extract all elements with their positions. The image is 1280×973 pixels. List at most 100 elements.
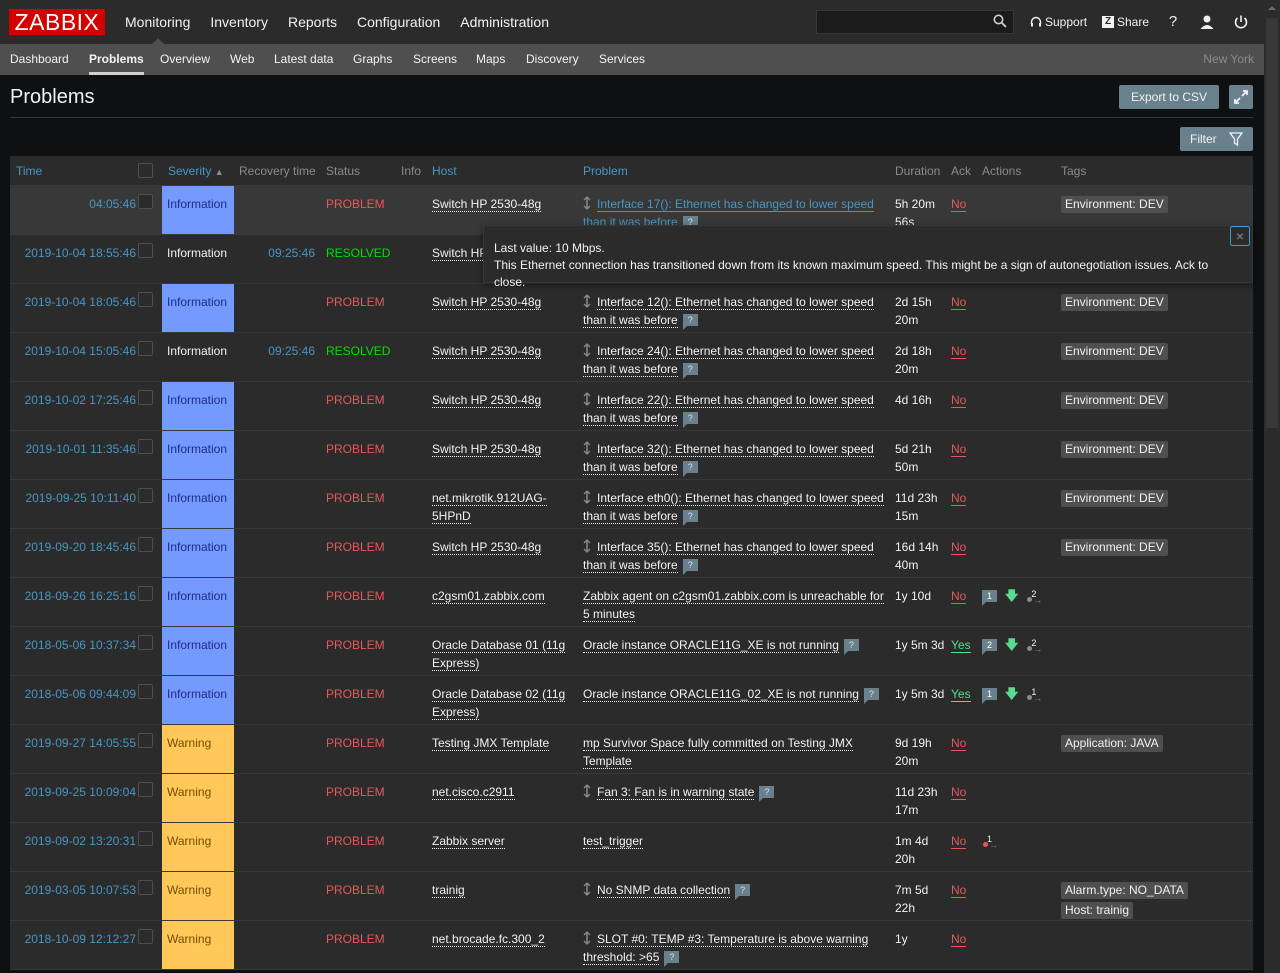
select-all-checkbox[interactable]: [138, 163, 153, 178]
message-count-icon[interactable]: 1: [982, 688, 997, 704]
sign-out-icon[interactable]: [1232, 13, 1250, 31]
sub-menu-latest-data[interactable]: Latest data: [274, 44, 333, 75]
host-link[interactable]: Zabbix server: [432, 834, 505, 849]
col-problem[interactable]: Problem: [583, 156, 628, 186]
user-profile-icon[interactable]: [1198, 13, 1216, 31]
row-checkbox[interactable]: [138, 880, 153, 895]
tag-badge[interactable]: Environment: DEV: [1061, 343, 1168, 360]
hint-question-icon[interactable]: ?: [735, 884, 751, 900]
message-count-icon[interactable]: 2: [982, 639, 997, 655]
problem-link[interactable]: Interface 32(): Ethernet has changed to …: [583, 442, 874, 475]
row-checkbox[interactable]: [138, 292, 153, 307]
ack-link[interactable]: No: [951, 883, 967, 898]
share-link[interactable]: Z Share: [1102, 0, 1149, 44]
sub-menu-graphs[interactable]: Graphs: [353, 44, 392, 75]
problem-link[interactable]: test_trigger: [583, 834, 644, 849]
problem-link[interactable]: Interface 22(): Ethernet has changed to …: [583, 393, 874, 426]
problem-time[interactable]: 2018-09-26 16:25:16: [25, 587, 136, 605]
row-checkbox[interactable]: [138, 635, 153, 650]
problem-link[interactable]: Interface 12(): Ethernet has changed to …: [583, 295, 874, 328]
ack-link[interactable]: No: [951, 197, 967, 212]
hint-question-icon[interactable]: ?: [843, 639, 859, 655]
sub-menu-screens[interactable]: Screens: [413, 44, 457, 75]
host-link[interactable]: net.mikrotik.912UAG-5HPnD: [432, 491, 547, 524]
row-checkbox[interactable]: [138, 341, 153, 356]
col-host[interactable]: Host: [432, 156, 457, 186]
host-link[interactable]: Switch HP 2530-48g: [432, 393, 542, 408]
problem-time[interactable]: 2018-05-06 09:44:09: [25, 685, 136, 703]
search-input[interactable]: [817, 11, 987, 33]
tag-badge[interactable]: Environment: DEV: [1061, 392, 1168, 409]
host-link[interactable]: Switch HP 2530-48g: [432, 442, 542, 457]
problem-time[interactable]: 2019-10-02 17:25:46: [25, 391, 136, 409]
ack-link[interactable]: No: [951, 442, 967, 457]
action-status-icon[interactable]: 2 →: [1026, 588, 1044, 605]
row-checkbox[interactable]: [138, 194, 153, 209]
zabbix-logo[interactable]: ZABBIX: [9, 9, 105, 35]
problem-time[interactable]: 2019-09-02 13:20:31: [25, 832, 136, 850]
problem-link[interactable]: Fan 3: Fan is in warning state: [597, 785, 755, 800]
sub-menu-web[interactable]: Web: [230, 44, 254, 75]
hint-question-icon[interactable]: ?: [664, 951, 680, 967]
tag-badge[interactable]: Environment: DEV: [1061, 490, 1168, 507]
ack-link[interactable]: No: [951, 932, 967, 947]
row-checkbox[interactable]: [138, 733, 153, 748]
tag-badge[interactable]: Environment: DEV: [1061, 441, 1168, 458]
sub-menu-services[interactable]: Services: [599, 44, 645, 75]
sub-menu-discovery[interactable]: Discovery: [526, 44, 579, 75]
tag-badge[interactable]: Host: trainig: [1061, 902, 1134, 919]
row-checkbox[interactable]: [138, 488, 153, 503]
problem-time[interactable]: 2019-10-04 18:05:46: [25, 293, 136, 311]
action-status-icon[interactable]: 2 →: [1026, 637, 1044, 654]
hint-question-icon[interactable]: ?: [863, 688, 879, 704]
problem-time[interactable]: 2019-03-05 10:07:53: [25, 881, 136, 899]
hint-question-icon[interactable]: ?: [682, 363, 698, 379]
problem-link[interactable]: mp Survivor Space fully committed on Tes…: [583, 736, 853, 769]
problem-link[interactable]: Interface 24(): Ethernet has changed to …: [583, 344, 874, 377]
close-hint-button[interactable]: ×: [1230, 226, 1250, 246]
ack-link[interactable]: No: [951, 736, 967, 751]
ack-link[interactable]: Yes: [951, 638, 971, 653]
row-checkbox[interactable]: [138, 929, 153, 944]
filter-button[interactable]: Filter: [1180, 127, 1253, 151]
problem-link[interactable]: Oracle instance ORACLE11G_XE is not runn…: [583, 638, 839, 653]
main-menu-inventory[interactable]: Inventory: [200, 0, 278, 44]
host-link[interactable]: Switch HP 2530-48g: [432, 295, 542, 310]
help-icon[interactable]: ?: [1164, 13, 1182, 31]
severity-change-down-icon[interactable]: 🡇: [1005, 638, 1018, 651]
row-checkbox[interactable]: [138, 782, 153, 797]
ack-link[interactable]: No: [951, 834, 967, 849]
problem-link[interactable]: Interface eth0(): Ethernet has changed t…: [583, 491, 884, 524]
sub-menu-problems[interactable]: Problems: [89, 44, 144, 75]
main-menu-reports[interactable]: Reports: [278, 0, 347, 44]
problem-time[interactable]: 2019-10-01 11:35:46: [25, 440, 136, 458]
ack-link[interactable]: Yes: [951, 687, 971, 702]
host-link[interactable]: trainig: [432, 883, 465, 898]
message-count-icon[interactable]: 1: [982, 590, 997, 606]
hint-question-icon[interactable]: ?: [759, 786, 775, 802]
search-icon[interactable]: [993, 14, 1007, 28]
support-link[interactable]: Support: [1030, 0, 1087, 44]
ack-link[interactable]: No: [951, 589, 967, 604]
problem-link[interactable]: Oracle instance ORACLE11G_02_XE is not r…: [583, 687, 859, 702]
problem-time[interactable]: 2019-09-27 14:05:55: [25, 734, 136, 752]
fullscreen-button[interactable]: [1229, 85, 1253, 109]
recovery-time[interactable]: 09:25:46: [268, 244, 315, 262]
severity-change-down-icon[interactable]: 🡇: [1005, 687, 1018, 700]
host-link[interactable]: net.brocade.fc.300_2: [432, 932, 545, 947]
host-link[interactable]: Oracle Database 02 (11g Express): [432, 687, 566, 720]
host-link[interactable]: c2gsm01.zabbix.com: [432, 589, 545, 604]
scrollbar-thumb[interactable]: [1266, 18, 1278, 428]
hint-question-icon[interactable]: ?: [682, 314, 698, 330]
host-link[interactable]: Switch HP 2530-48g: [432, 344, 542, 359]
row-checkbox[interactable]: [138, 390, 153, 405]
hint-question-icon[interactable]: ?: [682, 559, 698, 575]
tag-badge[interactable]: Environment: DEV: [1061, 539, 1168, 556]
host-link[interactable]: Testing JMX Template: [432, 736, 550, 751]
vertical-scrollbar[interactable]: [1264, 0, 1280, 973]
problem-link[interactable]: SLOT #0: TEMP #3: Temperature is above w…: [583, 932, 869, 965]
action-status-icon[interactable]: 1 →: [1026, 686, 1044, 703]
export-csv-button[interactable]: Export to CSV: [1119, 85, 1219, 109]
problem-link[interactable]: No SNMP data collection: [597, 883, 731, 898]
row-checkbox[interactable]: [138, 831, 153, 846]
